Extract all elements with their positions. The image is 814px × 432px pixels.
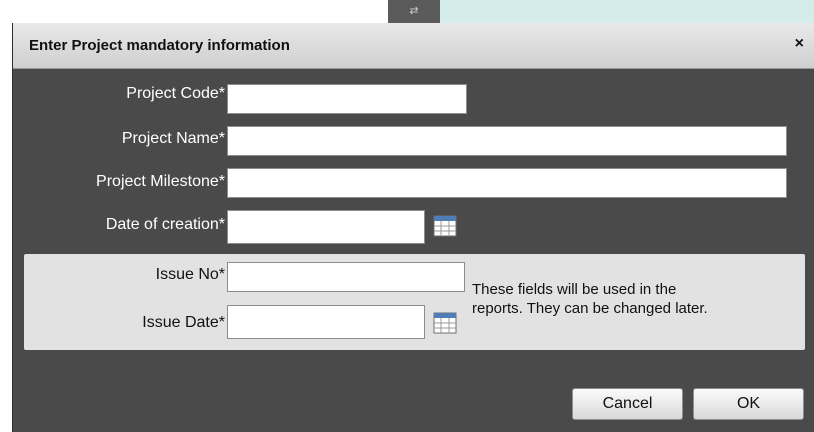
date-of-creation-label: Date of creation* bbox=[105, 216, 225, 233]
close-icon[interactable]: × bbox=[795, 35, 804, 53]
info-note: These fields will be used in the reports… bbox=[472, 280, 812, 318]
issue-no-input[interactable] bbox=[227, 262, 465, 292]
project-name-input[interactable] bbox=[227, 126, 787, 156]
dialog-title: Enter Project mandatory information bbox=[29, 37, 290, 54]
calendar-icon[interactable] bbox=[433, 312, 457, 334]
project-name-label: Project Name* bbox=[121, 130, 225, 147]
cancel-button[interactable]: Cancel bbox=[572, 388, 683, 420]
issue-date-input[interactable] bbox=[227, 305, 425, 339]
project-code-label: Project Code* bbox=[126, 85, 225, 102]
dialog-titlebar: Enter Project mandatory information × bbox=[13, 23, 814, 69]
project-code-input[interactable] bbox=[227, 84, 467, 114]
info-note-line: reports. They can be changed later. bbox=[472, 300, 708, 317]
project-info-dialog: Enter Project mandatory information × Pr… bbox=[12, 23, 814, 432]
project-milestone-input[interactable] bbox=[227, 168, 787, 198]
issue-date-label: Issue Date* bbox=[142, 314, 225, 331]
issue-no-label: Issue No* bbox=[155, 266, 225, 283]
ok-button[interactable]: OK bbox=[693, 388, 804, 420]
info-note-line: These fields will be used in the bbox=[472, 281, 677, 298]
calendar-icon[interactable] bbox=[433, 215, 457, 237]
project-milestone-label: Project Milestone* bbox=[96, 173, 225, 190]
date-of-creation-input[interactable] bbox=[227, 210, 425, 244]
